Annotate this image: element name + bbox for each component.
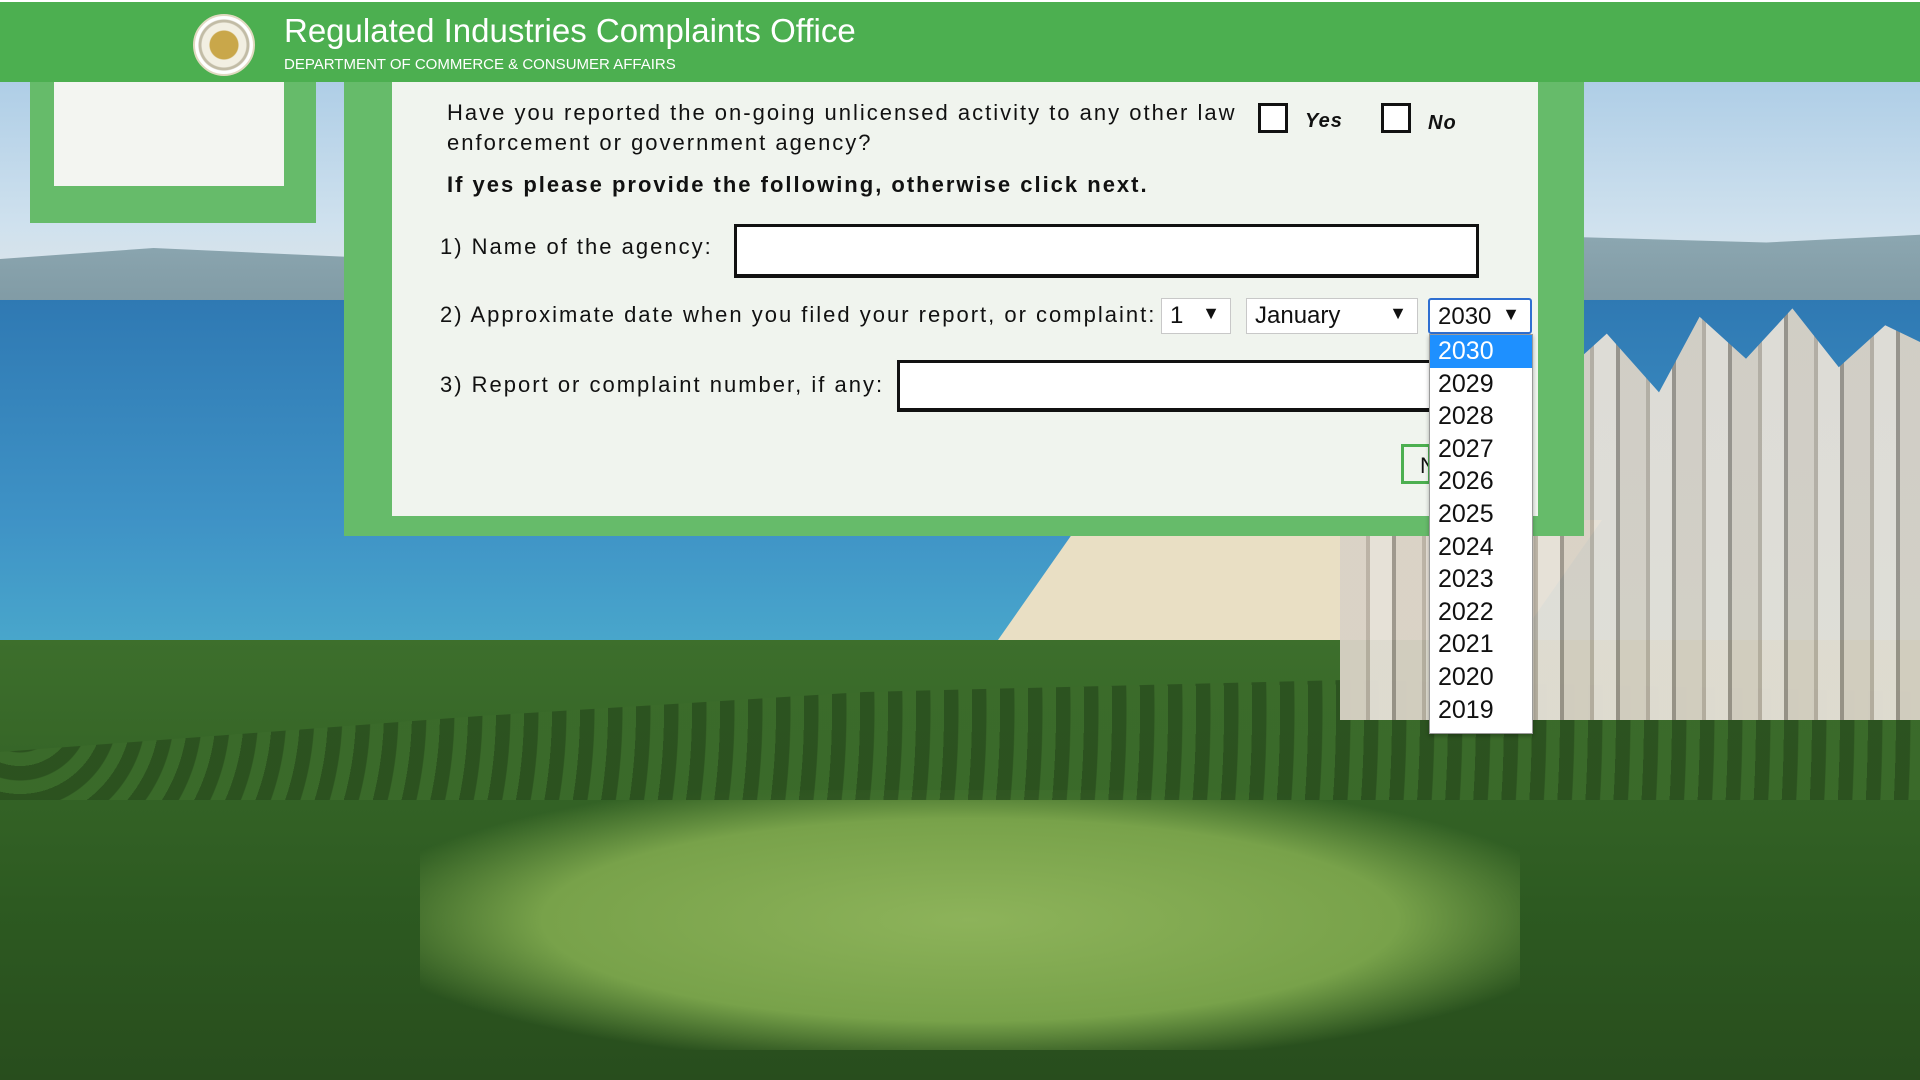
year-option[interactable]: 2022: [1430, 596, 1532, 629]
year-option[interactable]: 2027: [1430, 433, 1532, 466]
year-option[interactable]: 2028: [1430, 400, 1532, 433]
reported-question: Have you reported the on-going unlicense…: [447, 100, 1237, 155]
instruction-text: If yes please provide the following, oth…: [447, 172, 1149, 197]
site-header: Regulated Industries Complaints Office D…: [0, 0, 1920, 82]
agency-name-input[interactable]: [734, 224, 1479, 278]
site-title[interactable]: Regulated Industries Complaints Office: [284, 12, 856, 50]
month-select-value: January: [1255, 302, 1341, 329]
complaint-number-label: 3) Report or complaint number, if any:: [440, 372, 885, 397]
day-select-value: 1: [1170, 302, 1184, 329]
no-checkbox[interactable]: [1381, 103, 1411, 133]
park-lawn: [420, 790, 1520, 1050]
agency-name-label: 1) Name of the agency:: [440, 234, 713, 259]
year-option[interactable]: 2025: [1430, 498, 1532, 531]
chevron-down-icon: ▼: [1502, 304, 1520, 324]
state-seal-logo: [193, 14, 255, 76]
yes-label: Yes: [1305, 110, 1343, 132]
year-option[interactable]: 2019: [1430, 694, 1532, 727]
month-select[interactable]: January ▼: [1246, 298, 1418, 334]
next-button[interactable]: N: [1401, 444, 1431, 484]
site-subtitle: DEPARTMENT OF COMMERCE & CONSUMER AFFAIR…: [284, 56, 676, 73]
side-card-content: [54, 82, 284, 186]
year-option[interactable]: 2030: [1430, 335, 1532, 368]
year-option[interactable]: 2021: [1430, 628, 1532, 661]
yes-checkbox[interactable]: [1258, 103, 1288, 133]
day-select[interactable]: 1 ▼: [1161, 298, 1231, 334]
year-option[interactable]: 2029: [1430, 368, 1532, 401]
year-select[interactable]: 2030 ▼: [1428, 298, 1532, 334]
report-date-label: 2) Approximate date when you filed your …: [440, 302, 1157, 327]
year-option[interactable]: 2023: [1430, 563, 1532, 596]
side-card: [30, 82, 316, 223]
year-dropdown-list[interactable]: 2030 2029 2028 2027 2026 2025 2024 2023 …: [1429, 334, 1533, 734]
no-label: No: [1428, 112, 1457, 134]
complaint-number-input[interactable]: [897, 360, 1437, 412]
chevron-down-icon: ▼: [1389, 303, 1407, 323]
chevron-down-icon: ▼: [1202, 303, 1220, 323]
year-option[interactable]: 2026: [1430, 465, 1532, 498]
year-select-value: 2030: [1438, 303, 1492, 330]
year-option[interactable]: 2020: [1430, 661, 1532, 694]
year-option[interactable]: 2024: [1430, 531, 1532, 564]
